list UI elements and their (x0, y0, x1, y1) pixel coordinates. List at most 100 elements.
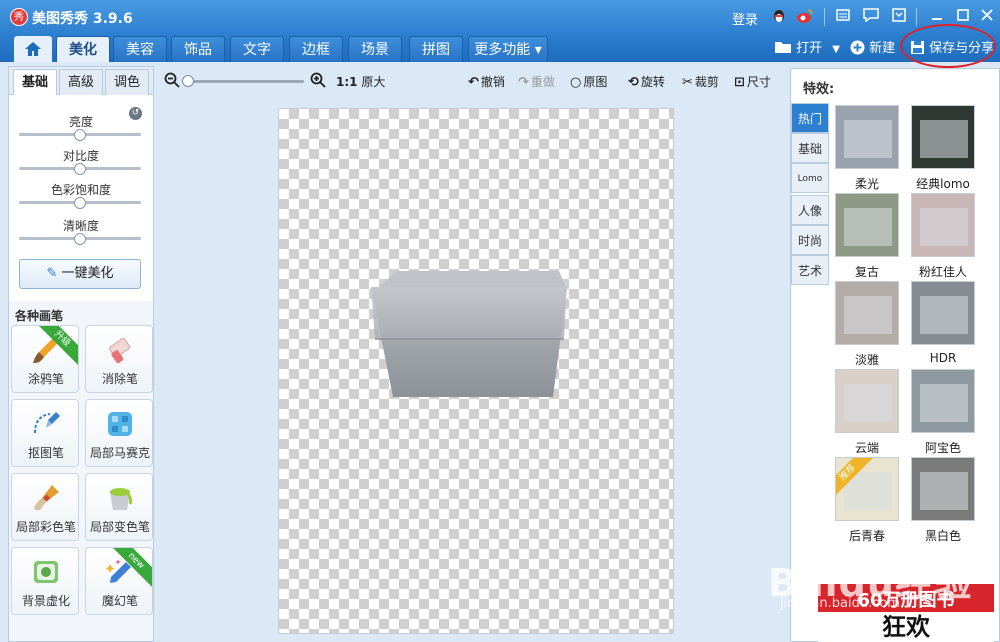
pen-graffiti[interactable]: 升级 涂鸦笔 (11, 325, 79, 393)
effect-thumbnail[interactable] (911, 193, 975, 257)
menu-icon[interactable] (890, 8, 908, 26)
promo-line2: 狂欢 (818, 612, 994, 642)
tab-decorations[interactable]: 饰品 (171, 36, 225, 62)
fx-category-fashion[interactable]: 时尚 (791, 225, 829, 255)
weibo-icon[interactable] (796, 8, 814, 26)
new-label: 新建 (869, 41, 896, 56)
pen-label: 局部彩色笔 (15, 520, 76, 534)
tab-beautify[interactable]: 美化 (56, 36, 110, 62)
image-toolbar: 1:1 原大 ↶ 撤销 ↷ 重做 ○ 原图 ⟲ 旋转 ✂ 裁剪 ⊡ 尺寸 (156, 62, 784, 100)
folder-icon (775, 42, 791, 53)
fx-category-art[interactable]: 艺术 (791, 255, 829, 285)
effect-label: 柔光 (854, 177, 879, 191)
fx-category-basic[interactable]: 基础 (791, 133, 829, 163)
pen-label: 消除笔 (101, 372, 138, 386)
original-image-button[interactable]: ○ 原图 (570, 73, 607, 90)
tab-basic[interactable]: 基础 (13, 69, 57, 96)
effect-thumbnail[interactable] (911, 457, 975, 521)
contrast-thumb[interactable] (74, 163, 86, 175)
fx-category-lomo[interactable]: Lomo (791, 163, 829, 193)
rotate-label: 旋转 (640, 75, 665, 89)
rotate-icon: ⟲ (628, 75, 639, 90)
effect-thumbnail[interactable] (911, 105, 975, 169)
undo-button[interactable]: ↶ 撤销 (468, 73, 505, 90)
image-canvas[interactable] (278, 108, 674, 634)
effect-label: 淡雅 (854, 353, 879, 367)
basic-adjust-area: ↺ 亮度 对比度 色彩饱和度 清晰度 ✎ 一键美化 (9, 95, 153, 301)
tab-text[interactable]: 文字 (230, 36, 284, 62)
skin-icon[interactable] (834, 8, 852, 26)
pens-section-title: 各种画笔 (15, 309, 64, 323)
zoom-slider-thumb[interactable] (182, 75, 195, 87)
fx-category-portrait[interactable]: 人像 (791, 195, 829, 225)
plus-circle-icon (850, 40, 865, 55)
app-logo-icon: 秀 (10, 8, 28, 26)
sharpness-thumb[interactable] (74, 233, 86, 245)
rotate-button[interactable]: ⟲ 旋转 (628, 73, 665, 90)
pen-label: 魔幻笔 (101, 594, 138, 608)
pen-local-recolor[interactable]: 局部变色笔 (85, 473, 153, 541)
undo-label: 撤销 (480, 75, 505, 89)
tab-advanced[interactable]: 高级 (59, 69, 103, 95)
original-size-button[interactable]: 1:1 原大 (336, 73, 385, 90)
effect-thumbnail[interactable] (911, 369, 975, 433)
original-size-label: 原大 (361, 75, 386, 89)
undo-icon: ↶ (468, 75, 479, 90)
pen-background-blur[interactable]: 背景虚化 (11, 547, 79, 615)
open-button[interactable]: 打开 ▼ (774, 38, 840, 60)
tab-frames[interactable]: 边框 (289, 36, 343, 62)
effect-thumbnail[interactable] (911, 281, 975, 345)
pen-mosaic[interactable]: 局部马赛克 (85, 399, 153, 467)
one-key-beautify-button[interactable]: ✎ 一键美化 (19, 259, 141, 289)
adjust-sub-tabs: 基础 高级 调色 (9, 67, 153, 96)
tab-scenes[interactable]: 场景 (348, 36, 402, 62)
tab-collage[interactable]: 拼图 (409, 36, 463, 62)
fx-category-hot[interactable]: 热门 (791, 103, 829, 133)
resize-button[interactable]: ⊡ 尺寸 (734, 73, 771, 90)
pen-eraser[interactable]: 消除笔 (85, 325, 153, 393)
main-tab-bar: 美化 美容 饰品 文字 边框 场景 拼图 更多功能 ▾ 打开 ▼ 新建 保存与分… (0, 34, 1000, 62)
login-link[interactable]: 登录 (732, 9, 758, 28)
pen-label: 局部马赛克 (89, 446, 150, 460)
zoom-in-icon[interactable] (310, 72, 326, 91)
tab-more-features[interactable]: 更多功能 ▾ (468, 36, 548, 62)
effects-title: 特效: (803, 82, 835, 97)
maximize-icon[interactable] (954, 8, 972, 26)
pen-magic[interactable]: new 魔幻笔 (85, 547, 153, 615)
chevron-down-icon[interactable]: ▼ (832, 44, 840, 55)
redo-icon: ↷ (518, 75, 529, 90)
effect-thumbnail[interactable] (835, 105, 899, 169)
redo-button[interactable]: ↷ 重做 (518, 73, 555, 90)
crop-button[interactable]: ✂ 裁剪 (682, 73, 719, 90)
effect-thumbnail[interactable] (835, 281, 899, 345)
effect-label: 后青春 (848, 529, 885, 543)
pen-cutout[interactable]: 抠图笔 (11, 399, 79, 467)
pen-local-color[interactable]: 局部彩色笔 (11, 473, 79, 541)
cutout-pen-icon (30, 408, 62, 440)
color-brush-icon (30, 482, 62, 514)
original-label: 原图 (583, 75, 608, 89)
new-button[interactable]: 新建 (850, 38, 895, 60)
effect-preview-box (920, 384, 968, 422)
effect-thumbnail[interactable] (835, 193, 899, 257)
feedback-icon[interactable] (862, 8, 880, 26)
tab-beauty[interactable]: 美容 (113, 36, 167, 62)
app-title: 美图秀秀 3.9.6 (32, 11, 133, 27)
effect-thumbnail[interactable]: 推荐 (835, 457, 899, 521)
pen-label: 抠图笔 (27, 446, 64, 460)
qq-icon[interactable] (770, 8, 788, 26)
mosaic-icon (104, 408, 136, 440)
blur-background-icon (30, 556, 62, 588)
tab-color-tone[interactable]: 调色 (105, 69, 149, 95)
brightness-thumb[interactable] (74, 129, 86, 141)
close-icon[interactable] (978, 8, 996, 26)
home-tab[interactable] (14, 36, 52, 62)
effect-thumbnail[interactable] (835, 369, 899, 433)
highlight-circle-annotation (900, 24, 996, 68)
saturation-thumb[interactable] (74, 197, 86, 209)
left-adjust-panel: 基础 高级 调色 ↺ 亮度 对比度 色彩饱和度 清晰度 ✎ 一键美化 各种画笔 … (8, 66, 154, 642)
zoom-slider-track[interactable] (184, 80, 304, 83)
zoom-out-icon[interactable] (164, 72, 180, 91)
circle-icon: ○ (570, 75, 582, 90)
resize-icon: ⊡ (734, 75, 745, 90)
